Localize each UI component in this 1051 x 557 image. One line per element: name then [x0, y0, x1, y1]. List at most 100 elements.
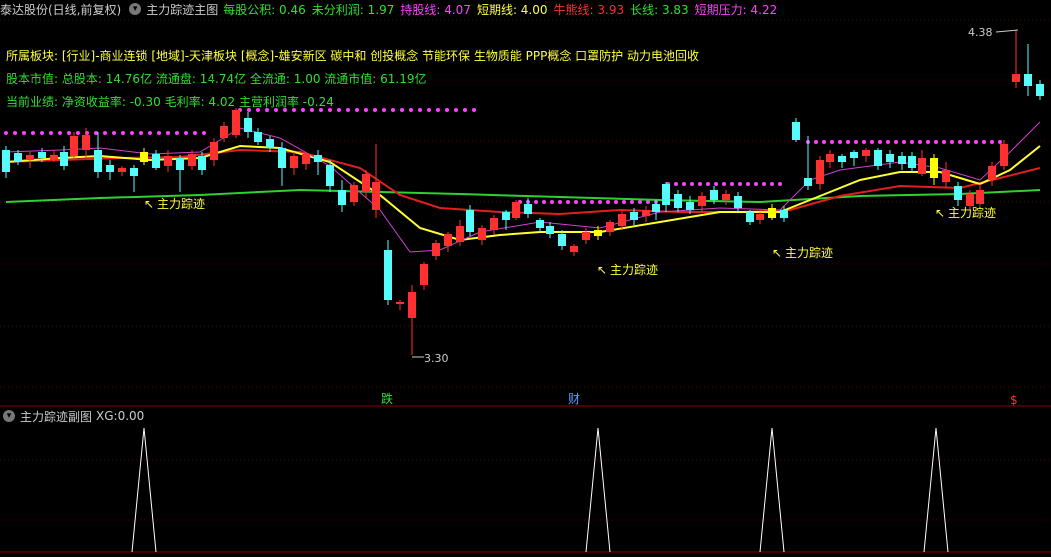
- candle: [642, 206, 650, 222]
- candle: [444, 232, 452, 252]
- grid-lines: [0, 19, 1051, 521]
- candle-body: [908, 156, 916, 168]
- resistance-dot: [550, 200, 554, 204]
- candle: [662, 182, 670, 212]
- resistance-dot: [382, 108, 386, 112]
- resistance-dot: [193, 131, 197, 135]
- candle-body: [94, 150, 102, 172]
- candle-body: [536, 220, 544, 228]
- candle: [898, 152, 906, 170]
- candle: [70, 132, 78, 160]
- candle: [570, 244, 578, 256]
- resistance-dot: [373, 108, 377, 112]
- candle-body: [606, 222, 614, 232]
- resistance-dot: [950, 140, 954, 144]
- candle-body: [106, 165, 114, 172]
- resistance-dot: [121, 131, 125, 135]
- candle-body: [1024, 74, 1032, 86]
- candle-body: [930, 158, 938, 178]
- candle-body: [220, 126, 228, 138]
- resistance-dot: [870, 140, 874, 144]
- resistance-dot: [894, 140, 898, 144]
- candle-body: [290, 156, 298, 168]
- candle-body: [642, 210, 650, 216]
- candle: [886, 150, 894, 168]
- candle-body: [698, 196, 706, 206]
- resistance-dot: [942, 140, 946, 144]
- low-price-label: 3.30: [424, 352, 449, 365]
- candle-body: [662, 184, 670, 205]
- candle: [1012, 30, 1020, 88]
- candle: [26, 152, 34, 168]
- candle-body: [722, 194, 730, 200]
- candle-body: [768, 208, 776, 218]
- candle-body: [326, 165, 334, 186]
- candle: [1000, 140, 1008, 170]
- resistance-dot: [274, 108, 278, 112]
- resistance-dot: [682, 182, 686, 186]
- candle-body: [918, 158, 926, 174]
- candle-body: [558, 234, 566, 246]
- resistance-dot: [157, 131, 161, 135]
- candle-body: [302, 154, 310, 164]
- short-line: [5, 144, 1041, 242]
- resistance-dot: [472, 108, 476, 112]
- resistance-dot: [148, 131, 152, 135]
- candle-body: [850, 152, 858, 158]
- resistance-dot: [706, 182, 710, 186]
- candle-body: [314, 155, 322, 162]
- xg-spike: [923, 427, 949, 553]
- resistance-dot: [534, 200, 538, 204]
- candle: [768, 204, 776, 220]
- resistance-dot: [982, 140, 986, 144]
- resistance-dot: [902, 140, 906, 144]
- resistance-dot: [558, 200, 562, 204]
- candle: [838, 154, 846, 168]
- candle: [792, 118, 800, 142]
- candle: [722, 190, 730, 205]
- resistance-dot: [754, 182, 758, 186]
- candle-body: [490, 218, 498, 230]
- candle-body: [254, 132, 262, 142]
- candle-body: [130, 168, 138, 176]
- resistance-dot: [103, 131, 107, 135]
- resistance-dot: [427, 108, 431, 112]
- candle: [266, 136, 274, 152]
- resistance-dot: [838, 140, 842, 144]
- signal-arrow-icon: ↖: [144, 197, 154, 211]
- signal-label: 主力踪迹: [610, 263, 658, 277]
- candle-body: [456, 226, 464, 242]
- candle-body: [210, 142, 218, 160]
- candle: [816, 156, 824, 190]
- resistance-dot: [846, 140, 850, 144]
- candle-body: [502, 212, 510, 220]
- resistance-dot: [910, 140, 914, 144]
- candle-body: [188, 154, 196, 166]
- candle-body: [444, 234, 452, 246]
- candle-body: [988, 166, 996, 180]
- candle: [14, 150, 22, 165]
- candle: [674, 190, 682, 212]
- cai-marker: 财: [568, 392, 580, 406]
- candle-body: [372, 182, 380, 210]
- resistance-dot: [364, 108, 368, 112]
- candle: [490, 215, 498, 235]
- resistance-dot: [630, 200, 634, 204]
- candle-body: [780, 210, 788, 218]
- candles: [2, 30, 1044, 355]
- signal-arrow-icon: ↖: [597, 263, 607, 277]
- candle: [420, 262, 428, 290]
- kline-chart[interactable]: 4.38 3.30 ↖ 主力踪迹 ↖ 主力踪迹 ↖ 主力踪迹 ↖ 主力踪迹 跌 …: [0, 0, 1051, 557]
- resistance-dot: [463, 108, 467, 112]
- candle: [756, 212, 764, 224]
- die-marker: 跌: [381, 391, 393, 406]
- candle: [290, 152, 298, 175]
- candle-body: [674, 194, 682, 208]
- resistance-dot: [778, 182, 782, 186]
- candle: [254, 128, 262, 145]
- candle-body: [2, 150, 10, 172]
- candle: [232, 108, 240, 138]
- candle: [432, 240, 440, 260]
- candle: [874, 148, 882, 170]
- resistance-dot: [918, 140, 922, 144]
